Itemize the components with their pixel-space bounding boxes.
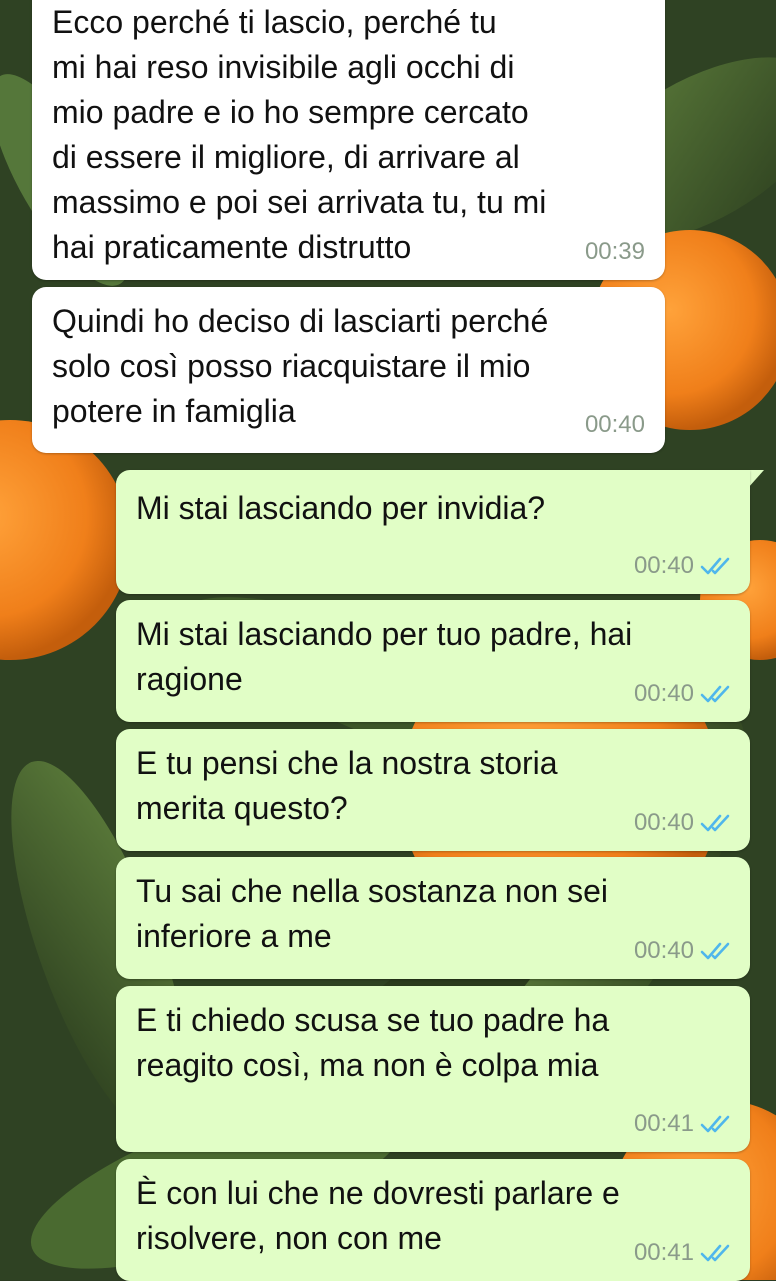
message-text: E ti chiedo scusa se tuo padre ha reagit… [136,1002,610,1083]
double-check-icon [700,557,730,575]
message-timestamp: 00:40 [584,411,645,438]
message-bubble-incoming[interactable]: Quindi ho deciso di lasciarti perché sol… [32,287,665,453]
message-timestamp: 00:41 [634,1239,734,1267]
double-check-icon [700,942,730,960]
double-check-icon [700,814,730,832]
message-timestamp: 00:40 [634,680,734,708]
message-timestamp: 00:40 [634,552,734,580]
message-bubble-outgoing[interactable]: Mi stai lasciando per tuo padre, hai rag… [116,600,750,722]
message-bubble-outgoing[interactable]: E ti chiedo scusa se tuo padre ha reagit… [116,986,750,1152]
double-check-icon [700,1244,730,1262]
message-text: Ecco perché ti lascio, perché tu mi hai … [52,4,547,265]
message-text: Mi stai lasciando per invidia? [136,490,546,526]
message-text: Quindi ho deciso di lasciarti perché sol… [52,303,549,429]
bubble-tail [748,470,764,488]
message-timestamp: 00:41 [634,1110,734,1138]
message-timestamp: 00:39 [584,238,645,265]
double-check-icon [700,1115,730,1133]
message-bubble-incoming[interactable]: Ecco perché ti lascio, perché tu mi hai … [32,0,665,280]
message-timestamp: 00:40 [634,809,734,837]
double-check-icon [700,685,730,703]
message-bubble-outgoing[interactable]: Tu sai che nella sostanza non sei inferi… [116,857,750,979]
message-timestamp: 00:40 [634,937,734,965]
message-bubble-outgoing[interactable]: E tu pensi che la nostra storia merita q… [116,729,750,851]
message-bubble-outgoing[interactable]: È con lui che ne dovresti parlare e riso… [116,1159,750,1281]
message-bubble-outgoing[interactable]: Mi stai lasciando per invidia? 00:40 [116,470,750,594]
